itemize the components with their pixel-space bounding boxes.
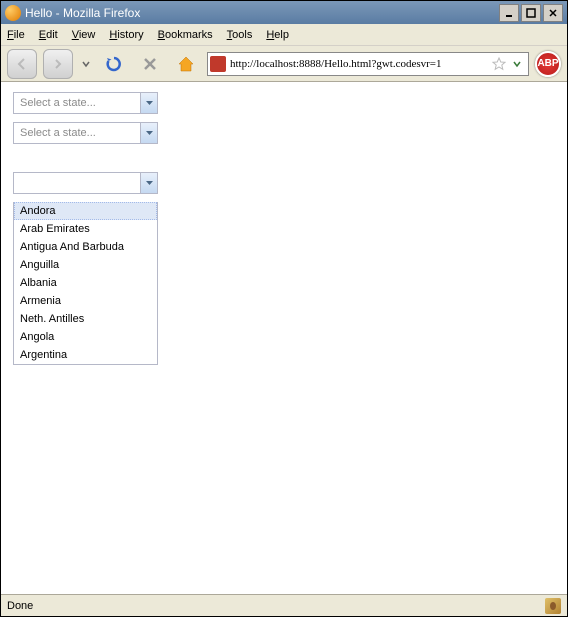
adblock-button[interactable]: ABP xyxy=(535,51,561,77)
close-button[interactable] xyxy=(543,4,563,22)
url-bar xyxy=(207,52,529,76)
home-icon xyxy=(176,54,196,74)
list-item[interactable]: Armenia xyxy=(14,292,157,310)
firebug-icon[interactable] xyxy=(545,598,561,614)
firefox-icon xyxy=(5,5,21,21)
forward-button[interactable] xyxy=(43,49,73,79)
list-item[interactable]: Anguilla xyxy=(14,256,157,274)
star-icon xyxy=(492,57,506,71)
menu-history[interactable]: History xyxy=(109,29,143,41)
bookmark-star-button[interactable] xyxy=(490,55,508,73)
maximize-button[interactable] xyxy=(521,4,541,22)
arrow-left-icon xyxy=(13,55,31,73)
chevron-down-icon xyxy=(145,179,154,188)
menu-bar: File Edit View History Bookmarks Tools H… xyxy=(1,24,567,46)
reload-icon xyxy=(104,54,124,74)
list-item[interactable]: Argentina xyxy=(14,346,157,364)
home-button[interactable] xyxy=(171,49,201,79)
window-titlebar: Hello - Mozilla Firefox xyxy=(1,1,567,24)
chevron-down-icon xyxy=(145,99,154,108)
list-item[interactable]: Albania xyxy=(14,274,157,292)
state-combo-2[interactable]: Select a state... xyxy=(13,122,158,144)
window-title: Hello - Mozilla Firefox xyxy=(25,6,499,20)
chevron-down-icon xyxy=(145,129,154,138)
navigation-toolbar: ABP xyxy=(1,46,567,82)
list-item[interactable]: Arab Emirates xyxy=(14,220,157,238)
menu-file[interactable]: File xyxy=(7,29,25,41)
bug-icon xyxy=(547,600,559,612)
menu-view[interactable]: View xyxy=(72,29,96,41)
stop-button[interactable] xyxy=(135,49,165,79)
arrow-right-icon xyxy=(51,57,65,71)
status-bar: Done xyxy=(1,594,567,616)
status-text: Done xyxy=(7,600,33,612)
page-content: Select a state... Select a state... Ando… xyxy=(1,82,567,594)
back-button[interactable] xyxy=(7,49,37,79)
combo-trigger[interactable] xyxy=(140,93,157,113)
combo-trigger[interactable] xyxy=(140,123,157,143)
list-item[interactable]: Andora xyxy=(14,202,157,220)
list-item[interactable]: Antigua And Barbuda xyxy=(14,238,157,256)
menu-help[interactable]: Help xyxy=(266,29,289,41)
state-combo-3[interactable] xyxy=(13,172,158,194)
list-item[interactable]: Neth. Antilles xyxy=(14,310,157,328)
site-icon xyxy=(210,56,226,72)
menu-bookmarks[interactable]: Bookmarks xyxy=(158,29,213,41)
combo-placeholder: Select a state... xyxy=(14,127,140,139)
minimize-button[interactable] xyxy=(499,4,519,22)
menu-tools[interactable]: Tools xyxy=(227,29,253,41)
menu-edit[interactable]: Edit xyxy=(39,29,58,41)
chevron-down-icon xyxy=(512,59,522,69)
list-item[interactable]: Angola xyxy=(14,328,157,346)
combo-trigger[interactable] xyxy=(140,173,157,193)
chevron-down-icon xyxy=(82,60,90,68)
combo-dropdown-list: Andora Arab Emirates Antigua And Barbuda… xyxy=(13,202,158,365)
url-dropdown[interactable] xyxy=(508,59,526,69)
url-input[interactable] xyxy=(230,54,490,74)
state-combo-1[interactable]: Select a state... xyxy=(13,92,158,114)
stop-icon xyxy=(142,56,158,72)
reload-button[interactable] xyxy=(99,49,129,79)
nav-history-dropdown[interactable] xyxy=(79,60,93,68)
combo-placeholder: Select a state... xyxy=(14,97,140,109)
